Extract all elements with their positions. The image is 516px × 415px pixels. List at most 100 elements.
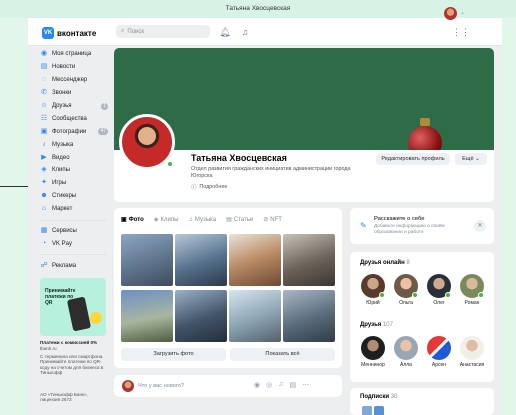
- top-header: VK вконтакте ⌕ Поиск 🔔︎ ♫ ⋮⋮: [28, 18, 502, 46]
- ad-headline[interactable]: Платежи с комиссией 0%: [40, 340, 112, 345]
- sidebar-item-label: Новости: [52, 64, 76, 71]
- photo-thumbnail[interactable]: [121, 290, 173, 342]
- vk-logo[interactable]: VK вконтакте: [42, 27, 96, 39]
- sidebar-item-label: Моя страница: [52, 51, 92, 58]
- search-icon: ⌕: [121, 28, 125, 34]
- profile-more-link[interactable]: ⓘ Подробнее: [191, 183, 227, 191]
- services-icon: ▦: [40, 227, 48, 235]
- sidebar-item-label: VK Pay: [52, 240, 73, 247]
- sidebar-item-messenger[interactable]: ◌ Мессенджер: [40, 74, 110, 87]
- article-icon: ▤: [226, 217, 232, 223]
- logo-text: вконтакте: [57, 28, 97, 38]
- more-icon[interactable]: ⋯: [302, 381, 309, 389]
- tab-label: NFT: [270, 216, 282, 223]
- clip-icon[interactable]: ◎: [266, 381, 272, 389]
- profile-name: Татьяна Хвосцевская: [191, 153, 287, 163]
- search-input[interactable]: ⌕ Поиск: [116, 25, 210, 38]
- tell-sub: Добавьте информацию о своём образовании …: [374, 224, 445, 235]
- sidebar-item-ads[interactable]: ☍ Реклама: [40, 259, 110, 272]
- subscriptions-title[interactable]: Подписки 30: [360, 394, 397, 400]
- sidebar-item-label: Друзья: [52, 103, 72, 109]
- ad-domain[interactable]: tbank.ru: [40, 346, 112, 351]
- post-composer[interactable]: Что у вас нового? ◉ ◎ ♫ ▤ ⋯: [114, 375, 342, 397]
- photo-thumbnail[interactable]: [229, 290, 281, 342]
- friend-item[interactable]: Анастасия: [457, 336, 487, 368]
- vk-logo-icon: VK: [42, 27, 54, 39]
- subs-title-label: Подписки: [360, 394, 390, 400]
- sidebar-item-market[interactable]: ⌂ Маркет: [40, 203, 110, 216]
- sidebar-item-label: Звонки: [52, 90, 72, 97]
- friend-item[interactable]: Олег: [424, 274, 454, 306]
- header-avatar[interactable]: [444, 7, 457, 20]
- apps-icon[interactable]: ⋮⋮: [452, 25, 470, 39]
- online-indicator: [166, 160, 174, 168]
- sidebar-item-music[interactable]: ♪ Музыка: [40, 138, 110, 151]
- friend-item[interactable]: Алла: [391, 336, 421, 368]
- online-indicator: [445, 292, 451, 298]
- media-tabs: ▣ Фото ◈ Клипы ♫ Музыка ▤ Статьи ⊘ NFT: [121, 216, 282, 224]
- tab-clips[interactable]: ◈ Клипы: [154, 216, 179, 224]
- edit-profile-button[interactable]: Редактировать профиль: [376, 153, 450, 165]
- sidebar-item-news[interactable]: ▤ Новости: [40, 61, 110, 74]
- tab-label: Музыка: [194, 216, 217, 223]
- tell-about-yourself-card[interactable]: ✎ Расскажите о себе Добавьте информацию …: [350, 208, 494, 244]
- show-all-button[interactable]: Показать всё: [230, 348, 335, 361]
- photo-thumbnail[interactable]: [175, 290, 227, 342]
- more-button[interactable]: Ещё ⌄: [455, 153, 487, 165]
- sidebar-item-clips[interactable]: ◈ Клипы: [40, 164, 110, 177]
- friend-item[interactable]: Меннинор: [358, 336, 388, 368]
- music-icon[interactable]: ♫: [238, 25, 252, 39]
- sidebar-item-friends[interactable]: ☺ Друзья 1: [40, 100, 110, 113]
- sidebar-item-photos[interactable]: ▣ Фотографии 47: [40, 125, 110, 138]
- music-icon: ♪: [42, 140, 46, 148]
- friend-item[interactable]: Арсен: [424, 336, 454, 368]
- avatar: [394, 336, 418, 360]
- tab-label: Статьи: [233, 216, 254, 223]
- close-icon[interactable]: ✕: [474, 220, 486, 232]
- sidebar-item-services[interactable]: ▦ Сервисы: [40, 225, 110, 238]
- groups-icon: ☷: [40, 114, 48, 122]
- friend-item[interactable]: Ольга: [391, 274, 421, 306]
- tab-articles[interactable]: ▤ Статьи: [226, 216, 254, 224]
- camera-icon[interactable]: ◉: [254, 381, 260, 389]
- composer-avatar: [122, 380, 134, 392]
- composer-placeholder: Что у вас нового?: [138, 383, 184, 389]
- photo-thumbnail[interactable]: [283, 234, 335, 286]
- friend-item[interactable]: Юрий: [358, 274, 388, 306]
- friends-title[interactable]: Друзья 107: [360, 322, 393, 328]
- music-icon[interactable]: ♫: [278, 381, 283, 389]
- sidebar-item-groups[interactable]: ☷ Сообщества: [40, 112, 110, 125]
- friend-name: Ольга: [399, 300, 413, 306]
- sidebar-item-games[interactable]: ✦ Игры: [40, 177, 110, 190]
- photo-thumbnail[interactable]: [175, 234, 227, 286]
- ad-banner[interactable]: Принимайте платежи по QR: [40, 278, 106, 336]
- bell-icon[interactable]: 🔔︎: [218, 25, 232, 39]
- sidebar-item-vkpay[interactable]: ◔ VK Pay: [40, 237, 110, 250]
- photo-thumbnail[interactable]: [283, 290, 335, 342]
- photo-thumbnail[interactable]: [229, 234, 281, 286]
- article-icon[interactable]: ▤: [289, 381, 296, 389]
- tab-photo[interactable]: ▣ Фото: [121, 216, 144, 224]
- sidebar-item-stickers[interactable]: ☻ Стикеры: [40, 190, 110, 203]
- friend-item[interactable]: Роман: [457, 274, 487, 306]
- sidebar-item-video[interactable]: ▶ Видео: [40, 151, 110, 164]
- upload-photo-button[interactable]: Загрузить фото: [121, 348, 226, 361]
- online-friends-title[interactable]: Друзья онлайн 8: [360, 260, 410, 266]
- chevron-down-icon[interactable]: ⌄: [460, 9, 465, 16]
- sidebar-item-calls[interactable]: ✆ Звонки: [40, 87, 110, 100]
- vkpay-icon: ◔: [41, 239, 47, 247]
- friends-count: 107: [382, 322, 393, 328]
- profile-status[interactable]: Отдел развития гражданских инициатив адм…: [191, 166, 361, 179]
- avatar: [361, 336, 385, 360]
- news-icon: ▤: [40, 63, 48, 71]
- subscription-avatar[interactable]: [374, 406, 384, 415]
- sidebar: ◉ Моя страница ▤ Новости ◌ Мессенджер ✆ Звон…: [40, 48, 110, 272]
- subscription-avatar[interactable]: [362, 406, 372, 415]
- sidebar-item-my-page[interactable]: ◉ Моя страница: [40, 48, 110, 61]
- online-indicator: [478, 292, 484, 298]
- tab-music[interactable]: ♫ Музыка: [188, 216, 216, 223]
- photo-thumbnail[interactable]: [121, 234, 173, 286]
- tab-nft[interactable]: ⊘ NFT: [263, 216, 282, 224]
- divider: [40, 254, 106, 256]
- online-indicator: [379, 292, 385, 298]
